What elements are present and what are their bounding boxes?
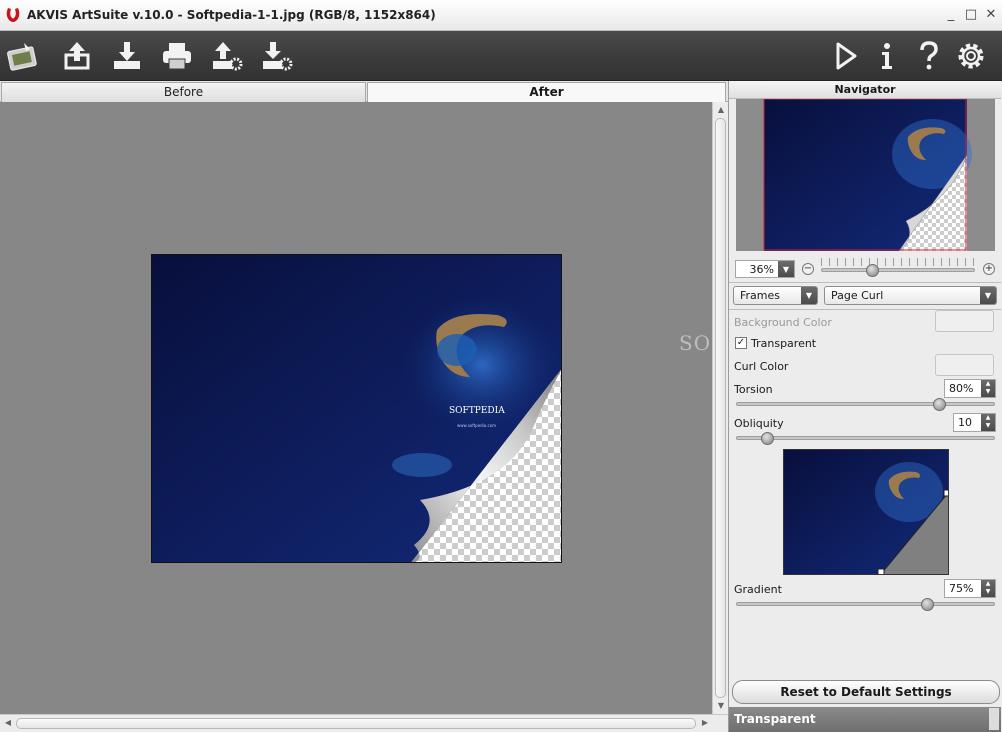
horizontal-scroll-thumb[interactable] [16, 718, 696, 729]
category-value: Frames [740, 289, 781, 302]
torsion-value: 80% [949, 382, 974, 395]
open-image-icon[interactable] [58, 37, 96, 75]
chevron-down-icon[interactable]: ▼ [980, 287, 996, 304]
app-window: AKVIS ArtSuite v.10.0 - Softpedia-1-1.jp… [0, 0, 1002, 732]
scroll-left-icon[interactable]: ◀ [1, 716, 15, 730]
navigator-preview[interactable] [736, 99, 995, 251]
obliquity-label: Obliquity [734, 417, 784, 430]
obliquity-slider-track[interactable] [736, 436, 995, 440]
zoom-ticks [821, 258, 975, 266]
background-color-label: Background Color [734, 316, 832, 329]
chevron-down-icon[interactable]: ▼ [801, 287, 817, 304]
result-image: SOFTPEDIA www.softpedia.com [151, 254, 562, 563]
zoom-slider-track[interactable] [821, 268, 975, 272]
load-preset-icon[interactable] [208, 37, 246, 75]
chevron-down-icon[interactable]: ▼ [778, 261, 794, 277]
reset-defaults-button[interactable]: Reset to Default Settings [732, 680, 1000, 704]
maximize-button[interactable]: □ [963, 7, 979, 23]
horizontal-scrollbar[interactable]: ◀ ▶ [0, 714, 728, 732]
category-select[interactable]: Frames ▼ [733, 286, 818, 305]
torsion-label: Torsion [734, 383, 773, 396]
transparent-checkbox[interactable]: ✓ [735, 337, 747, 349]
curl-color-label: Curl Color [734, 360, 789, 373]
settings-panel: Navigator 36% ▼ − + Frames ▼ Page Curl ▼… [728, 81, 1002, 732]
zoom-in-icon[interactable]: + [983, 263, 995, 275]
scroll-right-icon[interactable]: ▶ [698, 716, 712, 730]
obliquity-value: 10 [958, 416, 972, 429]
run-icon[interactable] [826, 37, 864, 75]
transparent-label: Transparent [751, 337, 817, 350]
obliquity-spinbox[interactable]: 10 ▲ ▼ [953, 413, 996, 432]
curl-handle-top[interactable] [943, 489, 948, 497]
tab-before[interactable]: Before [1, 82, 366, 102]
hint-scrollbar[interactable] [989, 708, 999, 730]
gradient-slider-knob[interactable] [920, 598, 934, 611]
torsion-spinbox[interactable]: 80% ▲ ▼ [944, 379, 996, 398]
vertical-scroll-thumb[interactable] [715, 118, 726, 698]
spin-arrows-icon[interactable]: ▲ ▼ [981, 414, 995, 431]
close-button[interactable]: ✕ [983, 7, 999, 23]
zoom-combo[interactable]: 36% ▼ [735, 260, 795, 278]
main-toolbar [0, 31, 1002, 81]
effect-select[interactable]: Page Curl ▼ [824, 286, 997, 305]
help-icon[interactable] [910, 37, 948, 75]
tab-after[interactable]: After [367, 82, 726, 102]
print-icon[interactable] [158, 37, 196, 75]
obliquity-slider-knob[interactable] [760, 432, 774, 445]
gradient-label: Gradient [734, 583, 782, 596]
gradient-slider-track[interactable] [736, 602, 995, 606]
torsion-slider-knob[interactable] [932, 398, 946, 411]
curl-handle-bottom[interactable] [877, 568, 885, 574]
zoom-out-icon[interactable]: − [802, 263, 814, 275]
scroll-down-icon[interactable]: ▼ [714, 699, 728, 713]
minimize-button[interactable]: _ [943, 7, 959, 23]
title-bar: AKVIS ArtSuite v.10.0 - Softpedia-1-1.jp… [0, 0, 1002, 31]
hint-text: Transparent [734, 712, 816, 726]
artsuite-logo-icon[interactable] [4, 37, 42, 75]
window-title: AKVIS ArtSuite v.10.0 - Softpedia-1-1.jp… [27, 8, 436, 22]
settings-icon[interactable] [952, 37, 990, 75]
divider [729, 282, 1001, 283]
image-caption: SOFTPEDIA [449, 406, 505, 416]
akvis-logo-icon [6, 8, 20, 22]
image-url: www.softpedia.com [457, 423, 496, 428]
gradient-spinbox[interactable]: 75% ▲ ▼ [944, 579, 996, 598]
navigator-title: Navigator [729, 81, 1001, 99]
effect-value: Page Curl [831, 289, 884, 302]
hint-bar: Transparent [729, 707, 1001, 732]
save-image-icon[interactable] [108, 37, 146, 75]
spin-arrows-icon[interactable]: ▲ ▼ [981, 580, 995, 597]
info-icon[interactable] [868, 37, 906, 75]
background-color-swatch[interactable] [935, 310, 994, 332]
spin-arrows-icon[interactable]: ▲ ▼ [981, 380, 995, 397]
vertical-scrollbar[interactable]: ▲ ▼ [712, 102, 728, 714]
view-tabs: Before After [0, 81, 728, 102]
torsion-slider-track[interactable] [736, 402, 995, 406]
curl-color-swatch[interactable] [935, 354, 994, 376]
image-canvas[interactable]: SOFTPEDIA www.softpedia.com [0, 102, 712, 714]
gradient-value: 75% [949, 582, 974, 595]
save-preset-icon[interactable] [258, 37, 296, 75]
curl-preview[interactable] [783, 449, 949, 575]
scroll-up-icon[interactable]: ▲ [714, 103, 728, 117]
zoom-slider-knob[interactable] [866, 264, 879, 277]
zoom-value: 36% [749, 263, 774, 276]
